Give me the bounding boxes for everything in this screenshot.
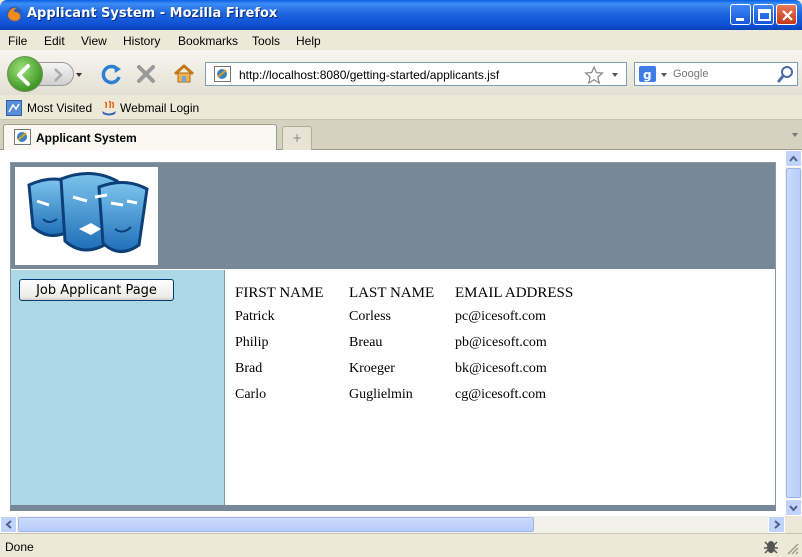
tab-label: Applicant System — [36, 131, 137, 145]
search-icon[interactable] — [777, 65, 795, 83]
column-header-first-name: FIRST NAME — [235, 284, 324, 301]
tab-list-dropdown-arrow[interactable] — [792, 133, 798, 137]
new-tab-button[interactable]: + — [282, 126, 312, 150]
scrollbar-corner — [785, 516, 802, 533]
sidebar: Job Applicant Page — [11, 270, 225, 506]
bookmark-star-icon[interactable] — [584, 65, 604, 84]
icefaces-logo — [15, 167, 158, 265]
email-cell: pb@icesoft.com — [455, 335, 547, 350]
svg-text:g: g — [643, 68, 652, 82]
layout-table: Job Applicant Page FIRST NAME LAST NAME … — [10, 162, 776, 506]
scroll-up-button[interactable] — [785, 150, 802, 167]
menu-file[interactable]: File — [8, 34, 27, 48]
column-header-email: EMAIL ADDRESS — [455, 284, 574, 301]
applicants-panel: FIRST NAME LAST NAME EMAIL ADDRESS Patri… — [226, 270, 775, 506]
scroll-down-button[interactable] — [785, 499, 802, 516]
table-row: Brad Kroeger bk@icesoft.com — [235, 356, 615, 382]
back-button[interactable] — [7, 56, 43, 92]
search-box[interactable]: g — [634, 62, 798, 86]
table-header-row: FIRST NAME LAST NAME EMAIL ADDRESS — [235, 282, 615, 304]
table-row: Philip Breau pb@icesoft.com — [235, 330, 615, 356]
chevron-up-icon — [789, 155, 798, 162]
scroll-right-button[interactable] — [768, 516, 785, 533]
last-name-cell: Guglielmin — [349, 387, 413, 402]
home-icon[interactable] — [172, 62, 196, 86]
maximize-icon — [758, 9, 771, 21]
menu-tools[interactable]: Tools — [252, 34, 280, 48]
first-name-cell: Philip — [235, 335, 269, 350]
bookmarks-toolbar: Most Visited Webmail Login — [0, 95, 802, 120]
tab-applicant-system[interactable]: Applicant System — [3, 124, 277, 150]
first-name-cell: Carlo — [235, 387, 267, 402]
stop-icon[interactable] — [135, 63, 157, 85]
search-input[interactable] — [673, 66, 773, 82]
scroll-left-button[interactable] — [0, 516, 17, 533]
header-band — [11, 163, 775, 269]
last-name-cell: Corless — [349, 309, 391, 324]
firebug-icon[interactable] — [762, 537, 780, 555]
last-name-cell: Breau — [349, 335, 383, 350]
email-cell: cg@icesoft.com — [455, 387, 547, 402]
last-name-cell: Kroeger — [349, 361, 395, 376]
search-engine-dropdown-arrow[interactable] — [661, 73, 667, 77]
address-bar[interactable]: http://localhost:8080/getting-started/ap… — [205, 62, 627, 86]
back-arrow-icon — [17, 64, 30, 86]
applicants-table: FIRST NAME LAST NAME EMAIL ADDRESS Patri… — [235, 282, 615, 408]
horizontal-scroll-thumb[interactable] — [18, 517, 534, 532]
most-visited-icon — [6, 100, 22, 116]
menu-edit[interactable]: Edit — [44, 34, 65, 48]
url-dropdown-arrow[interactable] — [612, 73, 618, 77]
google-search-engine-icon[interactable]: g — [639, 66, 657, 83]
resize-grip-icon[interactable] — [786, 542, 800, 556]
job-applicant-page-button[interactable]: Job Applicant Page — [19, 279, 174, 301]
bookmark-most-visited[interactable]: Most Visited — [27, 101, 92, 115]
first-name-cell: Patrick — [235, 309, 275, 324]
webmail-icon — [102, 100, 116, 116]
menu-history[interactable]: History — [123, 34, 160, 48]
forward-arrow-icon — [54, 68, 63, 82]
menu-help[interactable]: Help — [296, 34, 321, 48]
table-row: Patrick Corless pc@icesoft.com — [235, 304, 615, 330]
url-text: http://localhost:8080/getting-started/ap… — [239, 68, 500, 82]
chevron-right-icon — [774, 520, 781, 529]
first-name-cell: Brad — [235, 361, 263, 376]
plus-icon: + — [291, 131, 303, 145]
site-favicon-icon — [214, 66, 231, 82]
status-text: Done — [5, 540, 34, 554]
window-title-bar[interactable]: Applicant System - Mozilla Firefox — [0, 0, 802, 30]
table-row: Carlo Guglielmin cg@icesoft.com — [235, 382, 615, 408]
minimize-icon — [736, 18, 744, 21]
navigation-toolbar: http://localhost:8080/getting-started/ap… — [0, 50, 802, 95]
minimize-button[interactable] — [730, 4, 751, 25]
footer-band — [10, 505, 776, 511]
tab-favicon-icon — [14, 129, 31, 145]
status-bar: Done — [0, 533, 802, 557]
email-cell: bk@icesoft.com — [455, 361, 547, 376]
faces-logo-icon — [27, 172, 149, 253]
chevron-left-icon — [5, 520, 12, 529]
vertical-scroll-thumb[interactable] — [786, 168, 801, 498]
window-title: Applicant System - Mozilla Firefox — [27, 6, 278, 21]
close-window-button[interactable] — [776, 4, 797, 25]
menu-view[interactable]: View — [81, 34, 107, 48]
vertical-scrollbar[interactable] — [785, 150, 802, 516]
menu-bookmarks[interactable]: Bookmarks — [178, 34, 238, 48]
chevron-down-icon — [789, 505, 798, 512]
horizontal-scrollbar[interactable] — [0, 516, 785, 533]
tab-bar: Applicant System + — [0, 120, 802, 150]
bookmark-webmail-login[interactable]: Webmail Login — [120, 101, 199, 115]
reload-icon[interactable] — [100, 62, 124, 86]
history-dropdown-arrow[interactable] — [76, 73, 82, 77]
close-icon — [782, 10, 793, 21]
email-cell: pc@icesoft.com — [455, 309, 547, 324]
column-header-last-name: LAST NAME — [349, 284, 435, 301]
maximize-button[interactable] — [753, 4, 774, 25]
menu-bar: File Edit View History Bookmarks Tools H… — [0, 30, 802, 50]
page-viewport: Job Applicant Page FIRST NAME LAST NAME … — [0, 150, 785, 516]
firefox-icon — [6, 6, 23, 23]
